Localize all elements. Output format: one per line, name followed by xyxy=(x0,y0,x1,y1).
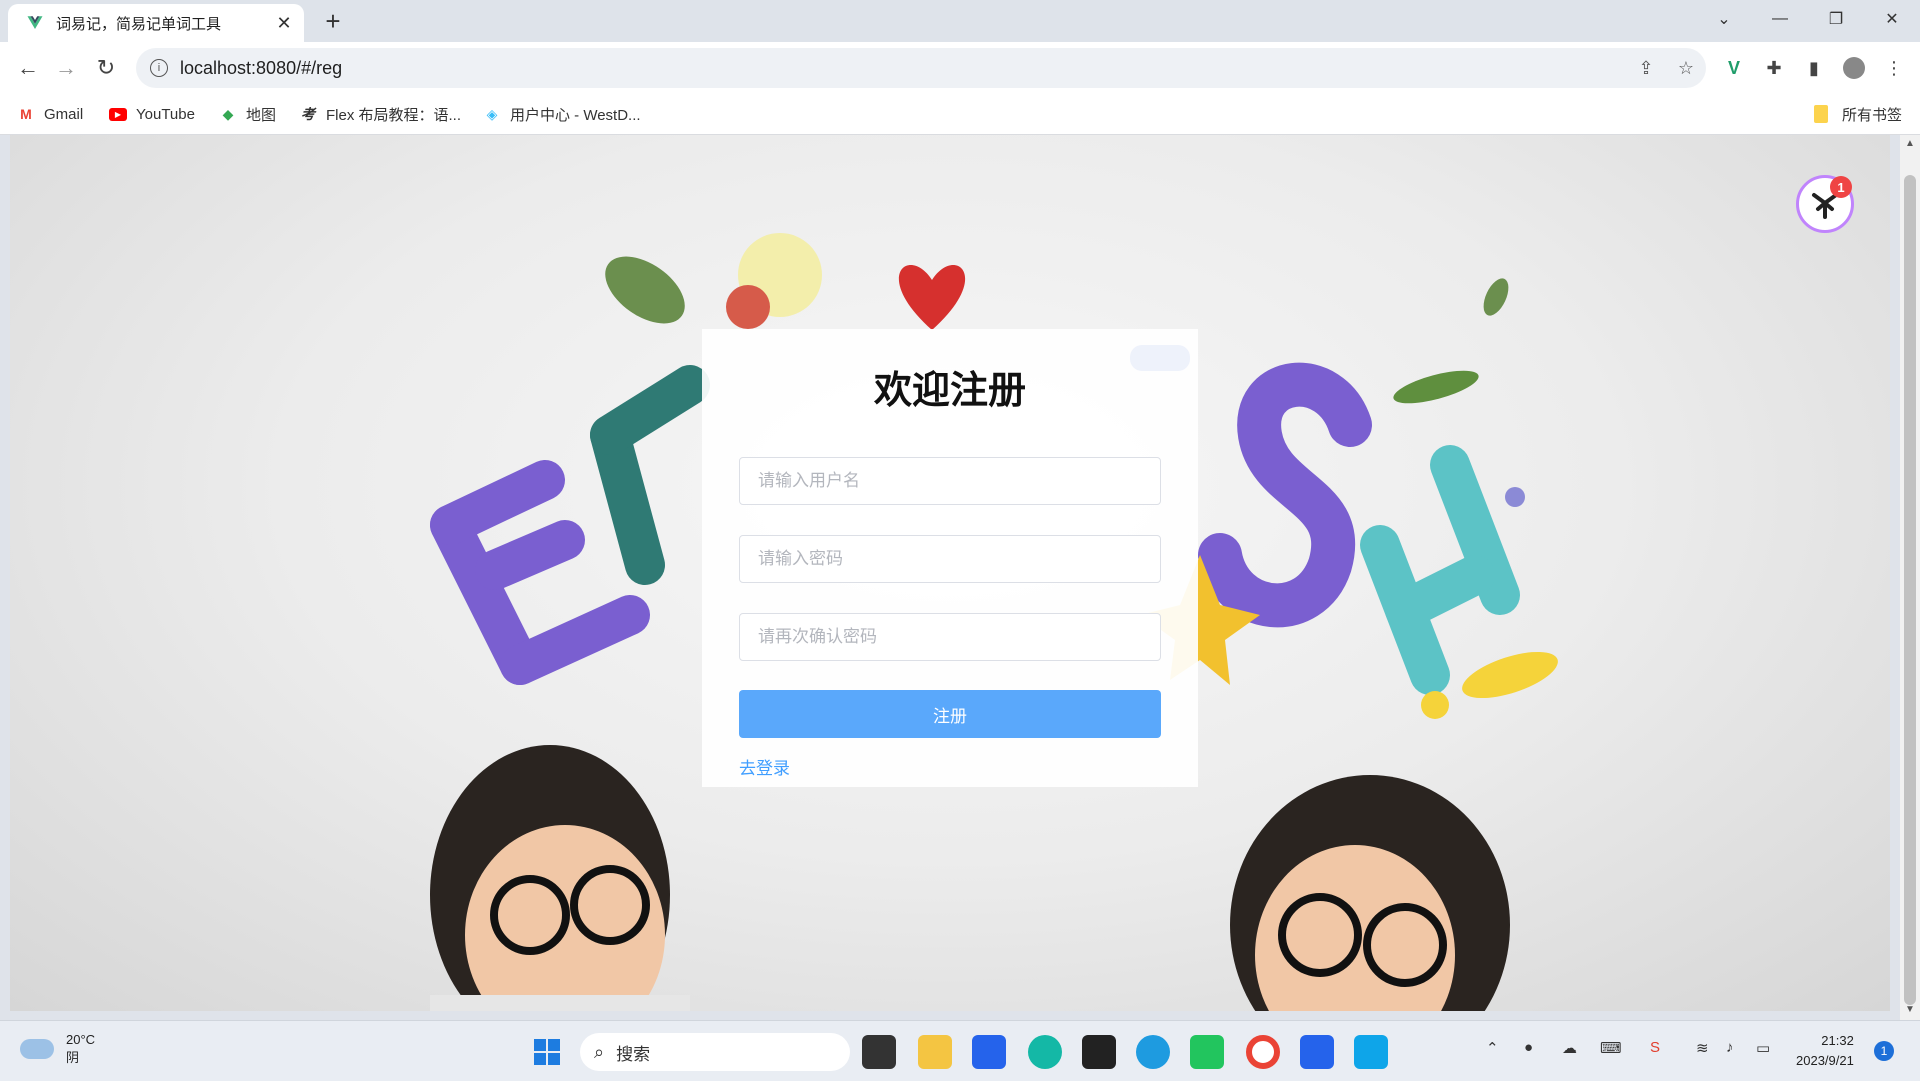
scrollbar-thumb[interactable] xyxy=(1904,175,1916,1005)
confirm-password-input[interactable] xyxy=(739,613,1161,661)
new-tab-button[interactable]: + xyxy=(318,6,348,37)
vue-favicon-icon xyxy=(27,16,43,29)
all-bookmarks[interactable]: 所有书签 xyxy=(1814,102,1902,126)
folder-icon xyxy=(1814,105,1828,123)
profile-avatar-icon[interactable] xyxy=(1838,52,1870,84)
go-login-link[interactable]: 去登录 xyxy=(739,754,790,779)
bookmark-label: Gmail xyxy=(44,105,84,123)
bookmark-label: YouTube xyxy=(136,105,195,123)
youtube-icon: ▶ xyxy=(108,104,128,124)
vue-devtools-icon[interactable]: V xyxy=(1718,52,1750,84)
extensions-puzzle-icon[interactable]: ✚ xyxy=(1758,52,1790,84)
chrome-icon[interactable] xyxy=(1246,1035,1280,1069)
bookmark-star-icon[interactable]: ☆ xyxy=(1666,58,1706,79)
wifi-icon[interactable]: ≋ xyxy=(1696,1039,1709,1057)
wechat-icon[interactable] xyxy=(1190,1035,1224,1069)
tray-overflow-icon[interactable]: ⌃ xyxy=(1486,1039,1499,1057)
weather-condition: 阴 xyxy=(66,1050,80,1065)
register-title: 欢迎注册 xyxy=(873,368,1026,412)
password-input[interactable] xyxy=(739,535,1161,583)
task-view-icon[interactable] xyxy=(862,1035,896,1069)
notification-count[interactable]: 1 xyxy=(1874,1041,1894,1061)
bookmark-westd[interactable]: ◈ 用户中心 - WestD... xyxy=(482,102,641,126)
edge-icon[interactable] xyxy=(1028,1035,1062,1069)
app-cube-icon[interactable] xyxy=(1082,1035,1116,1069)
system-clock[interactable]: 21:32 2023/9/21 xyxy=(1796,1031,1854,1071)
bookmarks-bar: M Gmail ▶ YouTube ◆ 地图 考 Flex 布局教程：语... … xyxy=(0,94,1920,135)
url-text[interactable]: localhost:8080/#/reg xyxy=(180,58,1626,79)
microsoft-store-icon[interactable] xyxy=(972,1035,1006,1069)
ime-icon[interactable]: ⌨ xyxy=(1600,1039,1622,1057)
clock-date: 2023/9/21 xyxy=(1796,1053,1854,1068)
search-label: 搜索 xyxy=(616,1044,651,1064)
gmail-icon: M xyxy=(20,106,32,122)
ie-icon[interactable] xyxy=(1136,1035,1170,1069)
bookmark-gmail[interactable]: M Gmail xyxy=(16,102,83,126)
minimize-button[interactable]: — xyxy=(1752,0,1808,38)
qq-icon[interactable]: ● xyxy=(1524,1039,1533,1056)
register-button[interactable]: 注册 xyxy=(739,690,1161,738)
browser-toolbar: ← → ↻ i localhost:8080/#/reg ⇪ ☆ V ✚ ▮ ⋮ xyxy=(0,42,1920,94)
side-panel-icon[interactable]: ▮ xyxy=(1798,52,1830,84)
all-bookmarks-label: 所有书签 xyxy=(1842,106,1903,124)
browser-tab-strip: 词易记，简易记单词工具 ✕ + ⌄ — ❐ ✕ xyxy=(0,0,1920,42)
bookmark-maps[interactable]: ◆ 地图 xyxy=(218,102,276,126)
close-tab-icon[interactable]: ✕ xyxy=(270,13,298,34)
username-input[interactable] xyxy=(739,457,1161,505)
bookmark-flex[interactable]: 考 Flex 布局教程：语... xyxy=(298,102,461,126)
bookmark-label: 地图 xyxy=(246,106,277,124)
register-card: 欢迎注册 注册 去登录 xyxy=(702,329,1198,787)
search-icon: ⌕ xyxy=(594,1041,605,1062)
taskbar: 20°C 阴 ⌕ 搜索 ⌃ ● ☁ ⌨ S ≋ ♪ ▭ 21:32 2023/9… xyxy=(0,1020,1920,1081)
menu-kebab-icon[interactable]: ⋮ xyxy=(1878,52,1910,84)
feishu-icon[interactable] xyxy=(1300,1035,1334,1069)
scroll-up-icon[interactable]: ▲ xyxy=(1903,138,1917,149)
scroll-down-icon[interactable]: ▼ xyxy=(1903,1004,1917,1015)
site-info-icon[interactable]: i xyxy=(150,59,168,77)
tab-search-icon[interactable]: ⌄ xyxy=(1696,0,1752,38)
reload-icon[interactable]: ↻ xyxy=(90,52,122,84)
bookmark-youtube[interactable]: ▶ YouTube xyxy=(108,102,195,126)
address-bar[interactable]: i localhost:8080/#/reg ⇪ ☆ xyxy=(136,48,1706,88)
forward-icon[interactable]: → xyxy=(50,52,82,84)
page-background: 欢迎注册 注册 去登录 xyxy=(10,135,1890,1011)
onedrive-icon[interactable]: ☁ xyxy=(1562,1039,1577,1057)
taskbar-search[interactable]: ⌕ 搜索 xyxy=(580,1033,850,1071)
tab-title: 词易记，简易记单词工具 xyxy=(56,15,222,33)
battery-icon[interactable]: ▭ xyxy=(1756,1039,1770,1057)
clock-time: 21:32 xyxy=(1821,1033,1854,1048)
bookmark-label: Flex 布局教程：语... xyxy=(326,106,462,124)
share-icon[interactable]: ⇪ xyxy=(1626,58,1666,79)
cloud-icon xyxy=(20,1039,54,1059)
volume-icon[interactable]: ♪ xyxy=(1726,1039,1734,1056)
close-window-button[interactable]: ✕ xyxy=(1864,0,1920,38)
file-explorer-icon[interactable] xyxy=(918,1035,952,1069)
windows-start-icon[interactable] xyxy=(530,1035,564,1069)
flex-icon: 考 xyxy=(301,106,315,122)
maps-icon: ◆ xyxy=(222,105,234,122)
back-icon[interactable]: ← xyxy=(12,52,44,84)
wps-icon[interactable]: S xyxy=(1650,1039,1660,1056)
bookmark-label: 用户中心 - WestD... xyxy=(510,106,641,124)
vscode-icon[interactable] xyxy=(1354,1035,1388,1069)
weather-widget[interactable]: 20°C 阴 xyxy=(20,1031,95,1067)
temperature: 20°C xyxy=(66,1032,96,1047)
westd-icon: ◈ xyxy=(486,105,498,122)
notification-badge: 1 xyxy=(1830,176,1852,198)
active-tab[interactable]: 词易记，简易记单词工具 ✕ xyxy=(8,4,304,42)
restore-button[interactable]: ❐ xyxy=(1808,0,1864,38)
